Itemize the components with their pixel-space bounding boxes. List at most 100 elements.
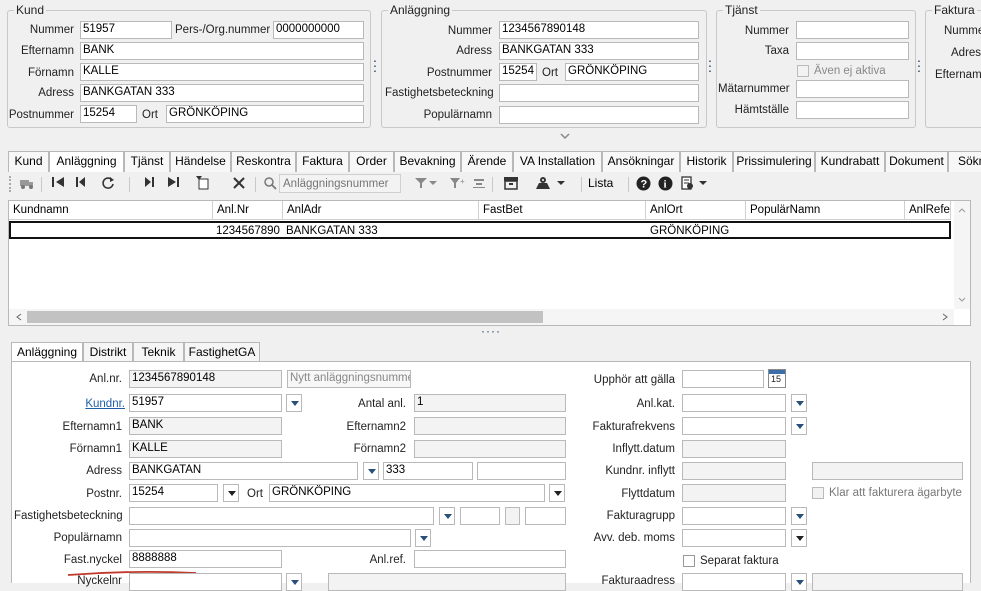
info-icon[interactable]: i: [656, 176, 674, 195]
postnr-dropdown-button[interactable]: [223, 484, 239, 502]
tjanst-matarnummer-field[interactable]: [796, 80, 909, 98]
adress-field[interactable]: BANKGATAN: [129, 462, 358, 480]
anlkat-field[interactable]: [682, 394, 786, 412]
advanced-filter-icon[interactable]: +: [448, 176, 466, 194]
fastighetsbeteckning-dropdown-button[interactable]: [439, 507, 455, 525]
subtab-distrikt[interactable]: Distrikt: [83, 342, 133, 362]
first-record-icon[interactable]: [49, 176, 67, 192]
nyckelnr-extra-field[interactable]: [328, 573, 566, 591]
adress-nummer-field[interactable]: 333: [383, 462, 473, 480]
kund-fornamn-field[interactable]: KALLE: [80, 63, 364, 81]
subtab-teknik[interactable]: Teknik: [133, 342, 184, 362]
klar-att-fakturera-checkbox[interactable]: [812, 487, 824, 499]
ort-field[interactable]: GRÖNKÖPING: [269, 484, 545, 502]
tjanst-nummer-field[interactable]: [796, 21, 909, 39]
tab-historik[interactable]: Historik: [680, 151, 733, 172]
subtab-fastighetga[interactable]: FastighetGA: [184, 342, 260, 362]
adress-extra-field[interactable]: [477, 462, 566, 480]
new-document-icon[interactable]: [194, 176, 212, 194]
avv-deb-moms-dropdown-button[interactable]: [791, 529, 807, 547]
tjanst-resize-handle[interactable]: · · ·: [916, 53, 922, 77]
anl-adress-field[interactable]: BANKGATAN 333: [499, 42, 699, 60]
last-record-icon[interactable]: [165, 176, 183, 192]
tab-anlaggning[interactable]: Anläggning: [49, 151, 124, 173]
kund-ort-field[interactable]: GRÖNKÖPING: [166, 105, 364, 123]
adress-dropdown-button[interactable]: [363, 462, 379, 480]
grid-horizontal-scrollbar[interactable]: [9, 309, 954, 325]
fakturaadress-dropdown-button[interactable]: [791, 573, 807, 591]
fakturaadress-field[interactable]: [682, 573, 786, 591]
archive-icon[interactable]: [502, 176, 520, 194]
fakturagrupp-field[interactable]: [682, 507, 786, 525]
avv-deb-moms-field[interactable]: [682, 529, 786, 547]
aven-ej-aktiva-checkbox[interactable]: [797, 65, 809, 77]
table-row[interactable]: 1234567890 BANKGATAN 333 GRÖNKÖPING: [9, 221, 951, 239]
tab-reskontra[interactable]: Reskontra: [231, 151, 296, 172]
fastighet-part2-field[interactable]: [460, 507, 500, 525]
subtab-anlaggning[interactable]: Anläggning: [11, 342, 83, 363]
refresh-icon[interactable]: [99, 176, 117, 194]
ort-dropdown-button[interactable]: [549, 484, 565, 502]
popularnamn-field[interactable]: [129, 529, 411, 547]
kund-postnummer-field[interactable]: 15254: [80, 105, 137, 123]
tab-kundrabatt[interactable]: Kundrabatt: [815, 151, 885, 172]
grid-header-anlort[interactable]: AnlOrt: [646, 201, 746, 220]
kund-nummer-field[interactable]: 51957: [80, 21, 172, 39]
grid-vertical-scrollbar[interactable]: [954, 201, 970, 309]
kund-resize-handle[interactable]: · · ·: [372, 53, 378, 77]
tab-tjanst[interactable]: Tjänst: [124, 151, 170, 172]
tjanst-hamtstalle-field[interactable]: [796, 101, 909, 119]
delete-icon[interactable]: [230, 176, 248, 194]
kundnr-label[interactable]: Kundnr.: [60, 398, 125, 410]
kund-adress-field[interactable]: BANKGATAN 333: [80, 84, 364, 102]
kund-efternamn-field[interactable]: BANK: [80, 42, 364, 60]
anlref-field[interactable]: [414, 550, 566, 568]
fastighet-part4-field[interactable]: [525, 507, 566, 525]
kundnr-field[interactable]: 51957: [129, 394, 282, 412]
anl-nummer-field[interactable]: 1234567890148: [499, 21, 699, 39]
fastighet-part3-field[interactable]: [505, 507, 520, 525]
popularnamn-dropdown-button[interactable]: [415, 529, 431, 547]
report-dropdown-icon[interactable]: [698, 176, 708, 192]
tab-bevakning[interactable]: Bevakning: [394, 151, 461, 172]
tab-faktura[interactable]: Faktura: [296, 151, 349, 172]
grid-header-anlref[interactable]: AnlRefere: [905, 201, 951, 220]
calendar-icon[interactable]: 15: [768, 369, 786, 388]
kundnr-dropdown-button[interactable]: [286, 394, 302, 412]
tab-dokument[interactable]: Dokument: [885, 151, 948, 172]
separat-faktura-checkbox[interactable]: [683, 555, 695, 567]
anl-popular-field[interactable]: [499, 106, 699, 124]
tab-ansokningar[interactable]: Ansökningar: [602, 151, 680, 172]
next-record-icon[interactable]: [141, 176, 159, 192]
grid-header-anladr[interactable]: AnlAdr: [283, 201, 479, 220]
anl-ort-field[interactable]: GRÖNKÖPING: [565, 63, 699, 81]
anlaggning-resize-handle[interactable]: · · ·: [707, 53, 713, 77]
chevron-down-icon[interactable]: [558, 131, 572, 143]
help-icon[interactable]: ?: [634, 176, 652, 195]
postnr-field[interactable]: 15254: [129, 484, 218, 502]
anl-postnummer-field[interactable]: 15254: [499, 63, 537, 81]
fastighetsbeteckning-field[interactable]: [129, 507, 434, 525]
anlkat-dropdown-button[interactable]: [791, 394, 807, 412]
nyckelnr-field[interactable]: [129, 573, 282, 591]
previous-record-icon[interactable]: [71, 176, 89, 192]
map-location-icon[interactable]: [534, 176, 552, 194]
tab-handelse[interactable]: Händelse: [170, 151, 231, 172]
grid-scroll-thumb[interactable]: [27, 311, 543, 323]
fakturafrekvens-dropdown-button[interactable]: [791, 417, 807, 435]
tab-arende[interactable]: Ärende: [461, 151, 513, 172]
filter-dropdown-icon[interactable]: [428, 176, 438, 192]
tab-sokn[interactable]: Sökn: [948, 151, 981, 172]
lista-button[interactable]: Lista: [588, 176, 613, 190]
clear-filter-icon[interactable]: [470, 176, 488, 194]
tab-va-installation[interactable]: VA Installation: [513, 151, 602, 172]
tab-kund[interactable]: Kund: [8, 151, 49, 172]
tab-prissimulering[interactable]: Prissimulering: [733, 151, 815, 172]
upphor-field[interactable]: [682, 370, 764, 388]
map-dropdown-icon[interactable]: [556, 176, 566, 192]
kund-persorg-field[interactable]: 0000000000: [273, 21, 364, 39]
tab-order[interactable]: Order: [349, 151, 394, 172]
anlaggningsnummer-search-input[interactable]: [279, 174, 401, 193]
grid-header-fastbet[interactable]: FastBet: [479, 201, 646, 220]
fakturagrupp-dropdown-button[interactable]: [791, 507, 807, 525]
